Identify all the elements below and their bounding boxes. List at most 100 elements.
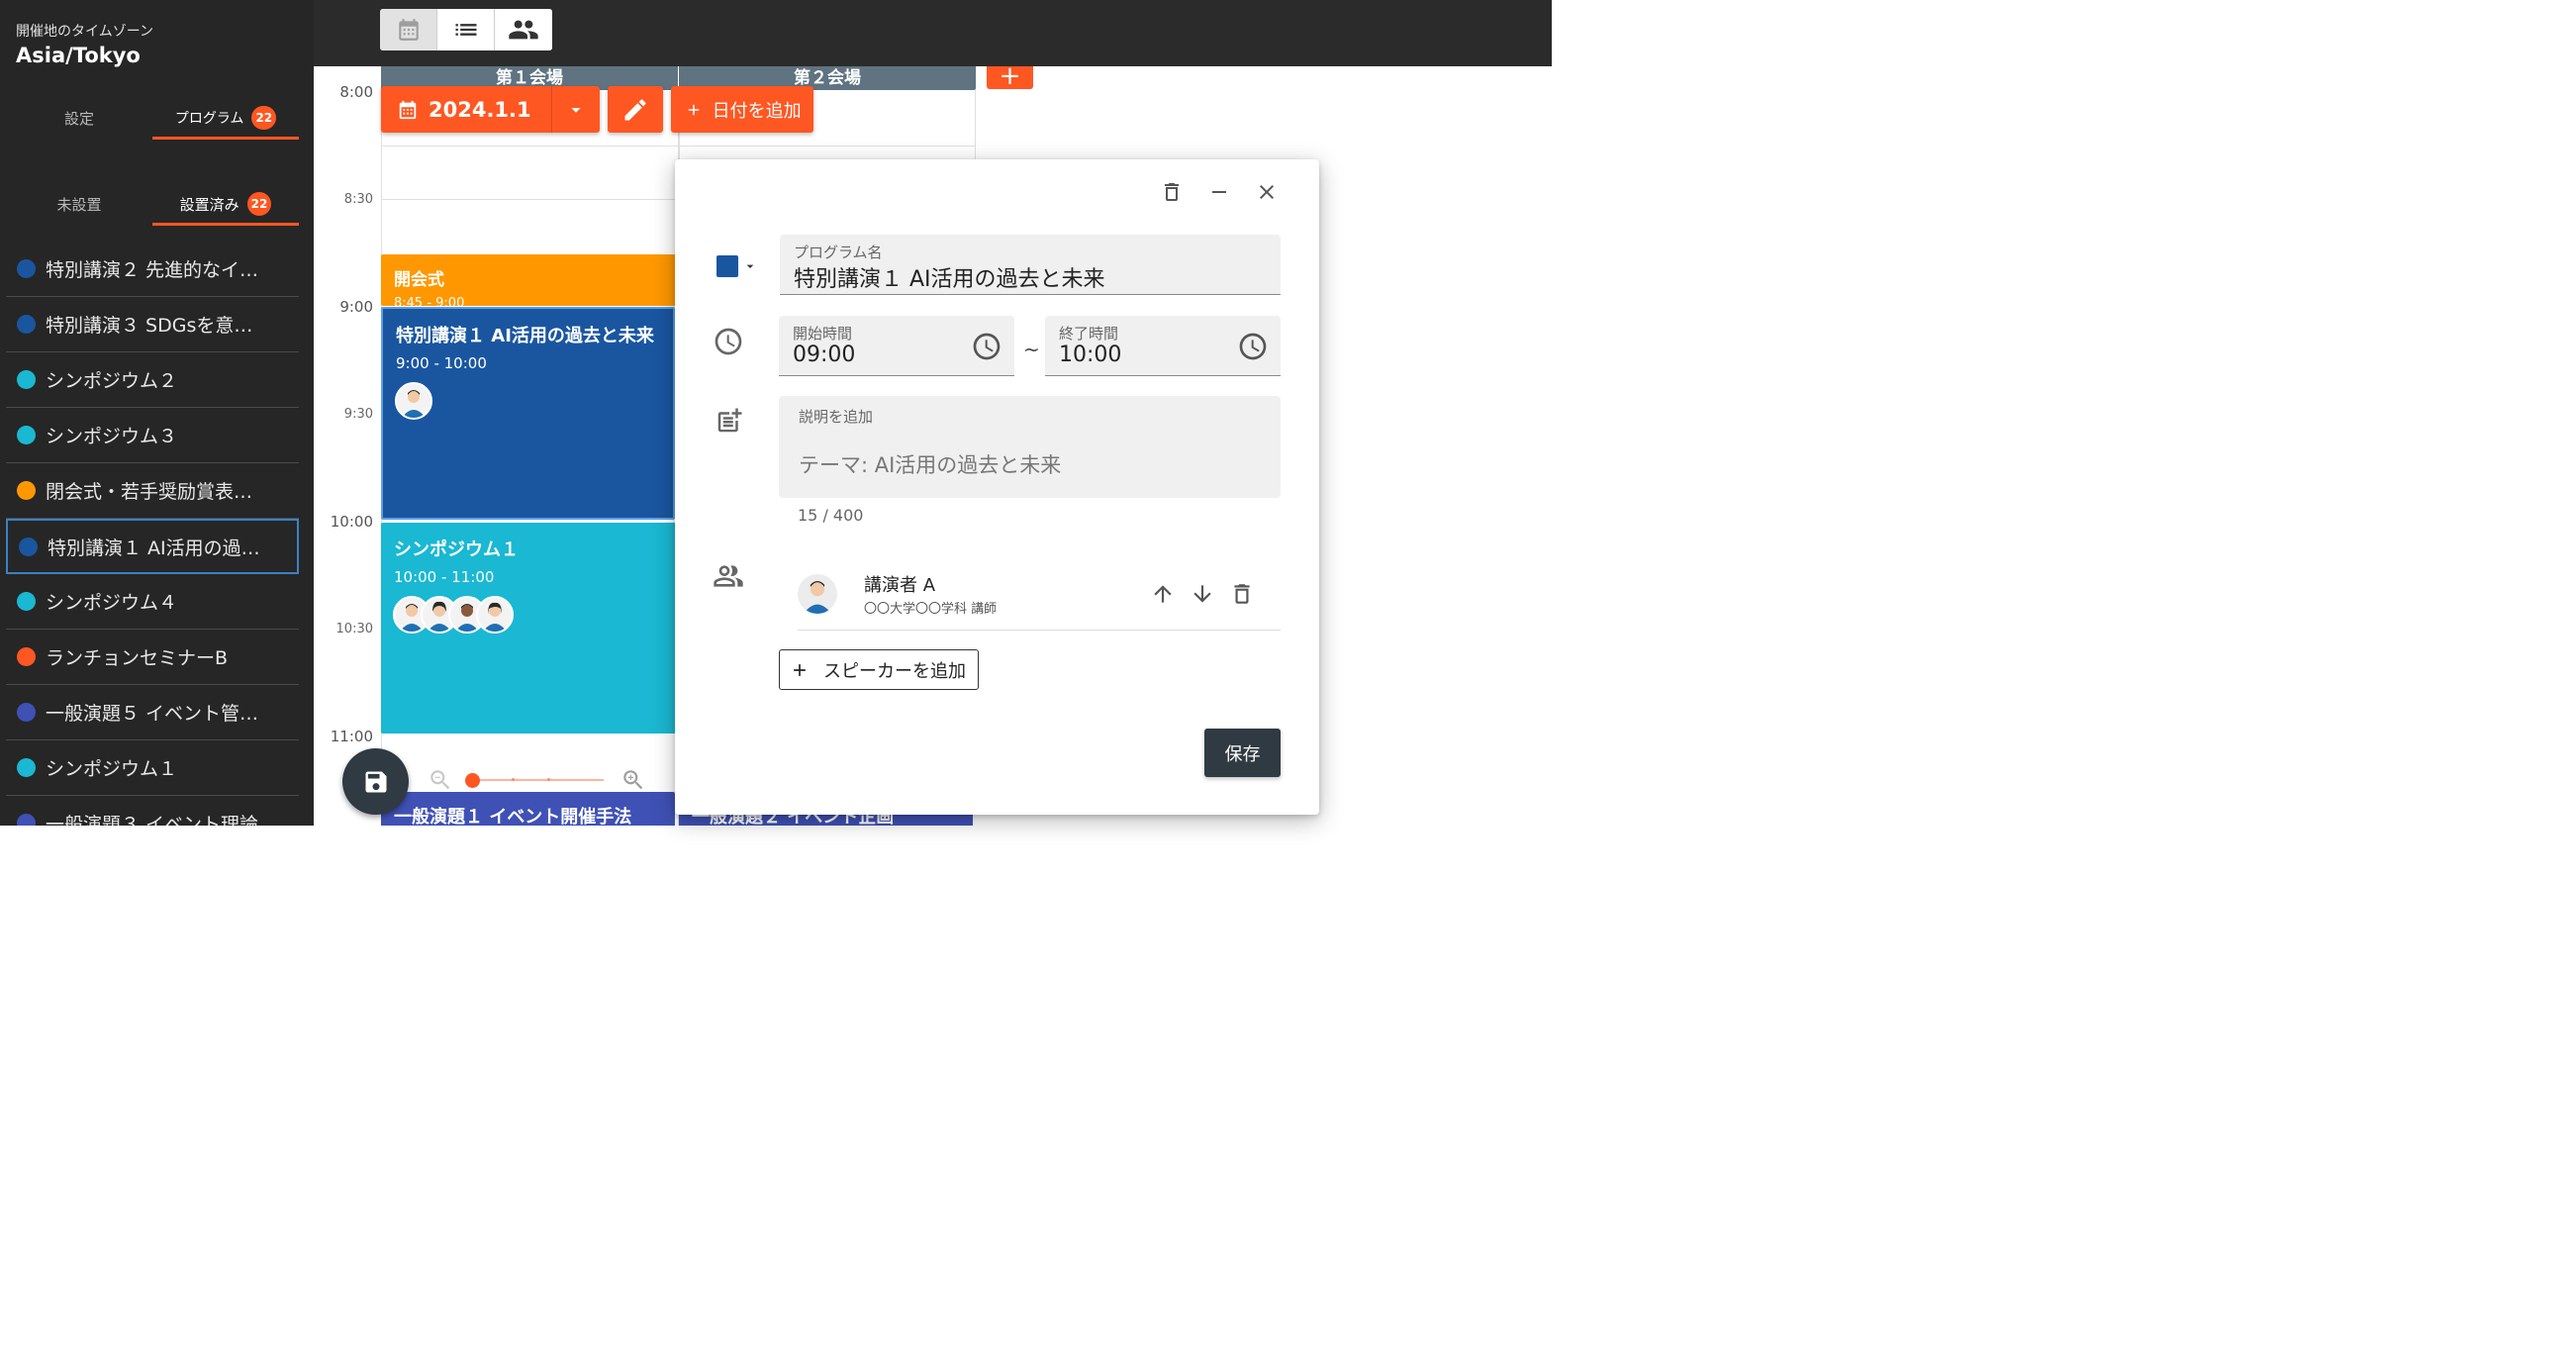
speaker-row[interactable]: 講演者 A 〇〇大学〇〇学科 講師 <box>798 565 1281 631</box>
program-name-field[interactable]: プログラム名 特別講演１ AI活用の過去と未来 <box>780 235 1281 295</box>
tab-unplaced[interactable]: 未設置 <box>6 182 152 226</box>
program-list-item[interactable]: シンポジウム１ <box>6 740 299 796</box>
field-label: 開始時間 <box>793 325 853 342</box>
program-color-dot <box>17 370 36 389</box>
date-button[interactable]: 2024.1.1 <box>381 86 552 133</box>
avatar <box>798 574 837 614</box>
zoom-thumb[interactable] <box>465 773 480 788</box>
color-picker[interactable] <box>716 255 758 277</box>
time-label: 8:30 <box>343 192 373 207</box>
sidebar: 開催地のタイムゾーン Asia/Tokyo 設定 プログラム 22 未設置 設置… <box>0 0 314 826</box>
speaker-affiliation: 〇〇大学〇〇学科 講師 <box>864 602 998 617</box>
grid-line <box>381 146 976 147</box>
calendar-view-button[interactable] <box>380 9 437 50</box>
field-label: 終了時間 <box>1059 325 1119 342</box>
tab-programs[interactable]: プログラム 22 <box>152 96 299 140</box>
edit-date-button[interactable] <box>607 86 663 133</box>
event-opening[interactable]: 開会式 8:45 - 9:00 <box>381 254 679 306</box>
time-label: 10:30 <box>335 622 373 636</box>
program-label: ランチョンセミナーB <box>46 647 229 669</box>
add-venue-button[interactable]: + <box>987 66 1033 91</box>
pencil-icon <box>624 98 646 120</box>
description-field[interactable]: 説明を追加 テーマ: AI活用の過去と未来 <box>779 396 1281 498</box>
count-badge: 22 <box>251 106 277 130</box>
time-label: 8:00 <box>339 83 373 101</box>
zoom-track[interactable] <box>467 779 604 781</box>
close-icon <box>1260 185 1274 199</box>
start-time-field[interactable]: 開始時間 09:00 <box>779 316 1014 376</box>
caret-down-icon <box>571 107 581 113</box>
program-label: 一般演題３ イベント理論 <box>46 814 259 826</box>
program-list-item[interactable]: 特別講演３ SDGsを意… <box>6 297 299 352</box>
add-speaker-button[interactable]: スピーカーを追加 <box>779 649 979 690</box>
program-list-item[interactable]: 特別講演２ 先進的なイ… <box>6 242 299 297</box>
program-list-item[interactable]: 一般演題３ イベント理論 <box>6 796 299 826</box>
program-name-value: 特別講演１ AI活用の過去と未来 <box>794 267 1105 292</box>
program-color-dot <box>17 481 36 500</box>
minimize-button[interactable] <box>1206 179 1232 205</box>
delete-program-button[interactable] <box>1159 179 1185 205</box>
avatar <box>476 596 514 634</box>
speaker-avatars <box>393 596 679 634</box>
program-list-item[interactable]: シンポジウム３ <box>6 408 299 463</box>
program-edit-dialog: プログラム名 特別講演１ AI活用の過去と未来 開始時間 09:00 ~ 終了時… <box>675 159 1319 815</box>
program-label: 閉会式・若手奨励賞表… <box>46 481 253 503</box>
caret-down-icon <box>746 264 754 268</box>
people-icon <box>509 20 538 40</box>
event-lecture1[interactable]: 特別講演１ AI活用の過去と未来 9:00 - 10:00 <box>381 307 675 520</box>
date-dropdown-button[interactable] <box>552 86 600 133</box>
program-list-item[interactable]: シンポジウム４ <box>6 574 299 630</box>
clock-icon <box>715 328 742 355</box>
minimize-icon <box>1212 191 1226 193</box>
event-general1[interactable]: 一般演題１ イベント開催手法 <box>381 792 675 826</box>
program-list-item[interactable]: 一般演題５ イベント管… <box>6 685 299 740</box>
add-date-button[interactable]: 日付を追加 <box>670 86 813 133</box>
date-label: 2024.1.1 <box>429 97 531 122</box>
end-time-field[interactable]: 終了時間 10:00 <box>1045 316 1281 376</box>
list-icon <box>455 24 476 36</box>
list-view-button[interactable] <box>437 9 495 50</box>
post-add-icon <box>717 408 742 433</box>
program-list-item[interactable]: 特別講演１ AI活用の過… <box>6 519 299 574</box>
event-title: シンポジウム１ <box>394 539 519 560</box>
arrow-down-icon[interactable] <box>1190 581 1215 607</box>
zoom-out-icon[interactable] <box>428 767 453 793</box>
speaker-avatars <box>395 382 673 420</box>
program-label: 特別講演１ AI活用の過… <box>48 537 260 559</box>
program-list-item[interactable]: ランチョンセミナーB <box>6 630 299 685</box>
program-label: シンポジウム３ <box>46 426 178 447</box>
count-badge: 22 <box>246 192 272 216</box>
add-date-label: 日付を追加 <box>712 100 802 122</box>
event-time: 10:00 - 11:00 <box>394 568 495 586</box>
timezone-value: Asia/Tokyo <box>16 44 141 67</box>
event-time: 8:45 - 9:00 <box>394 296 465 306</box>
time-label: 9:30 <box>343 407 373 422</box>
program-color-dot <box>17 315 36 334</box>
program-color-dot <box>19 537 38 556</box>
secondary-tabs: 未設置 設置済み 22 <box>6 182 299 226</box>
trash-icon <box>1165 183 1179 201</box>
time-label: 10:00 <box>330 513 373 531</box>
event-symposium1[interactable]: シンポジウム１ 10:00 - 11:00 <box>381 523 679 734</box>
close-button[interactable] <box>1254 179 1280 205</box>
save-button[interactable]: 保存 <box>1204 729 1281 777</box>
speaker-view-button[interactable] <box>495 9 552 50</box>
program-color-dot <box>17 758 36 777</box>
program-color-dot <box>17 814 36 826</box>
program-list-item[interactable]: 閉会式・若手奨励賞表… <box>6 463 299 519</box>
clock-icon[interactable] <box>1237 331 1269 362</box>
program-color-dot <box>17 426 36 444</box>
tab-settings[interactable]: 設定 <box>6 96 152 140</box>
time-label: 9:00 <box>339 298 373 316</box>
clock-icon[interactable] <box>971 331 1002 362</box>
description-text: テーマ: AI活用の過去と未来 <box>799 453 1062 477</box>
trash-icon[interactable] <box>1229 581 1255 607</box>
speaker-name: 講演者 A <box>864 575 936 596</box>
arrow-up-icon[interactable] <box>1150 581 1176 607</box>
program-list-item[interactable]: シンポジウム２ <box>6 352 299 408</box>
tab-placed[interactable]: 設置済み 22 <box>152 182 299 226</box>
program-color-dot <box>17 647 36 666</box>
save-layout-button[interactable] <box>342 748 409 815</box>
zoom-in-icon[interactable] <box>620 767 646 793</box>
calendar-icon <box>399 100 417 119</box>
